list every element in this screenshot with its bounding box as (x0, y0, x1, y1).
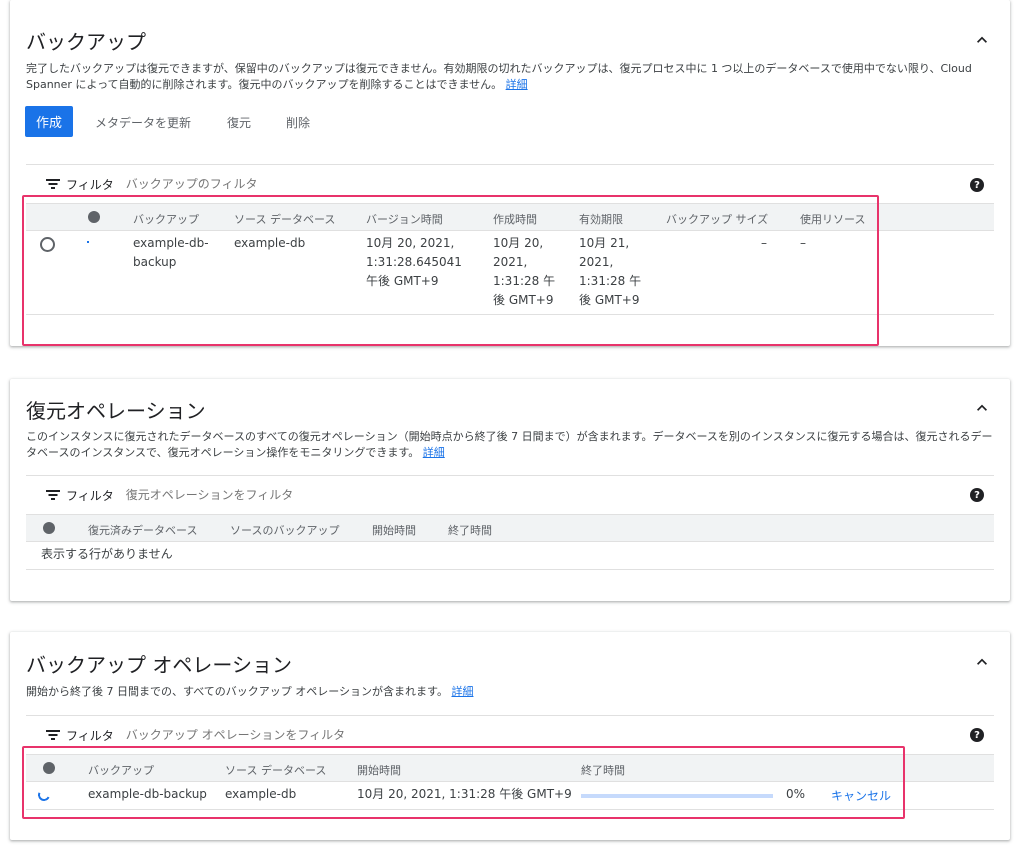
backup-ops-table-header: バックアップ ソース データベース 開始時間 終了時間 (26, 754, 994, 782)
backup-operations-panel: バックアップ オペレーション 開始から終了後 7 日間までの、すべてのバックアッ… (10, 632, 1010, 840)
row-status-icon (87, 241, 89, 243)
col-backup[interactable]: バックアップ (133, 211, 199, 227)
restore-ops-learn-more-link[interactable]: 詳細 (423, 446, 445, 459)
col-restored-db[interactable]: 復元済みデータベース (88, 522, 197, 538)
col-expire-time[interactable]: 有効期限 (579, 211, 623, 227)
row-divider (26, 809, 994, 810)
filter-icon (46, 179, 60, 189)
row-backup-name[interactable]: example-db-backup (133, 234, 209, 272)
restore-ops-filter-input[interactable] (125, 488, 994, 502)
cancel-button[interactable]: キャンセル (831, 787, 891, 804)
col-size[interactable]: バックアップ サイズ (666, 211, 768, 227)
status-icon (88, 211, 100, 223)
help-icon[interactable]: ? (970, 178, 984, 192)
row-version-time: 10月 20, 2021, 1:31:28.645041 午後 GMT+9 (366, 236, 462, 288)
delete-button[interactable]: 削除 (286, 114, 310, 131)
row-start-time: 10月 20, 2021, 1:31:28 午後 GMT+9 (357, 787, 572, 801)
col-source-db[interactable]: ソース データベース (225, 762, 326, 778)
backup-ops-description: 開始から終了後 7 日間までの、すべてのバックアップ オペレーションが含まれます… (26, 684, 996, 700)
col-source-db[interactable]: ソース データベース (234, 211, 335, 227)
backups-learn-more-link[interactable]: 詳細 (506, 78, 528, 91)
progress-bar (581, 794, 773, 798)
col-start-time[interactable]: 開始時間 (357, 762, 401, 778)
backups-table-header: バックアップ ソース データベース バージョン時間 作成時間 有効期限 バックア… (26, 203, 994, 231)
filter-label: フィルタ (66, 488, 114, 503)
row-divider (26, 314, 994, 315)
chevron-up-icon[interactable] (972, 652, 992, 672)
col-start-time[interactable]: 開始時間 (372, 522, 416, 538)
backups-filter-input[interactable] (125, 177, 994, 191)
col-end-time[interactable]: 終了時間 (448, 522, 492, 538)
backups-filter-bar: フィルタ (26, 164, 994, 203)
help-icon[interactable]: ? (970, 728, 984, 742)
backup-ops-title: バックアップ オペレーション (26, 653, 292, 677)
col-resources[interactable]: 使用リソース (800, 211, 865, 227)
row-size: – (761, 236, 767, 250)
col-backup[interactable]: バックアップ (88, 762, 154, 778)
row-create-time: 10月 20, 2021, 1:31:28 午後 GMT+9 (493, 236, 556, 307)
restore-ops-filter-bar: フィルタ (26, 475, 994, 514)
restore-ops-title: 復元オペレーション (26, 399, 206, 423)
row-divider (26, 569, 994, 570)
backup-ops-learn-more-link[interactable]: 詳細 (451, 685, 473, 698)
backup-ops-filter-bar: フィルタ (26, 715, 994, 754)
row-backup-name[interactable]: example-db-backup (88, 785, 207, 804)
col-version-time[interactable]: バージョン時間 (366, 211, 443, 227)
spinner-icon (36, 787, 52, 803)
progress-percent: 0% (786, 787, 806, 801)
restore-ops-description-text: このインスタンスに復元されたデータベースのすべての復元オペレーション（開始時点か… (26, 430, 993, 459)
col-create-time[interactable]: 作成時間 (493, 211, 537, 227)
help-icon[interactable]: ? (970, 488, 984, 502)
update-metadata-button[interactable]: メタデータを更新 (95, 114, 191, 131)
col-source-backup[interactable]: ソースのバックアップ (230, 522, 339, 538)
filter-label: フィルタ (66, 177, 114, 192)
filter-icon (46, 490, 60, 500)
filter-icon (46, 730, 60, 740)
row-expire-time: 10月 21, 2021, 1:31:28 午後 GMT+9 (579, 236, 642, 307)
row-source-db[interactable]: example-db (225, 785, 296, 804)
row-source-db[interactable]: example-db (234, 234, 305, 253)
backups-title: バックアップ (26, 30, 146, 54)
filter-label: フィルタ (66, 728, 114, 743)
status-icon (43, 522, 55, 534)
create-button[interactable]: 作成 (25, 106, 73, 137)
empty-table-message: 表示する行がありません (41, 547, 173, 561)
chevron-up-icon[interactable] (972, 398, 992, 418)
row-select-radio[interactable] (40, 237, 55, 252)
backup-ops-description-text: 開始から終了後 7 日間までの、すべてのバックアップ オペレーションが含まれます… (26, 685, 448, 698)
restore-ops-table-header: 復元済みデータベース ソースのバックアップ 開始時間 終了時間 (26, 514, 994, 542)
restore-operations-panel: 復元オペレーション このインスタンスに復元されたデータベースのすべての復元オペレ… (10, 379, 1010, 601)
row-resources: – (800, 236, 806, 250)
status-icon (43, 762, 55, 774)
restore-ops-description: このインスタンスに復元されたデータベースのすべての復元オペレーション（開始時点か… (26, 429, 996, 461)
col-end-time[interactable]: 終了時間 (581, 762, 625, 778)
restore-button[interactable]: 復元 (227, 114, 251, 131)
chevron-up-icon[interactable] (972, 30, 992, 50)
backups-description-text: 完了したバックアップは復元できますが、保留中のバックアップは復元できません。有効… (26, 62, 972, 91)
backup-ops-filter-input[interactable] (125, 728, 994, 742)
backups-description: 完了したバックアップは復元できますが、保留中のバックアップは復元できません。有効… (26, 61, 996, 93)
backups-panel: バックアップ 完了したバックアップは復元できますが、保留中のバックアップは復元で… (10, 0, 1010, 346)
